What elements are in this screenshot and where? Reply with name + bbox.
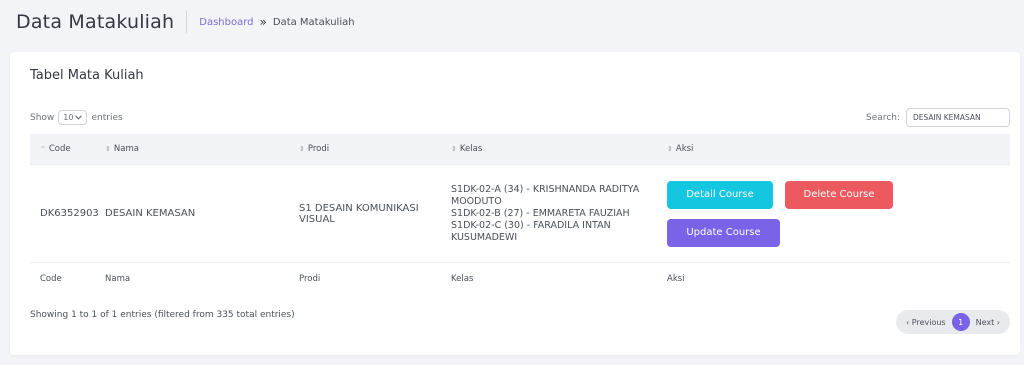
cell-aksi: Detail Course Delete Course Update Cours… xyxy=(661,180,1010,247)
action-buttons: Detail Course Delete Course Update Cours… xyxy=(667,180,1010,247)
column-header-aksi-label: Aksi xyxy=(675,144,694,154)
column-header-code[interactable]: ⌃ Code xyxy=(30,144,105,154)
column-header-nama[interactable]: ⇕ Nama xyxy=(105,144,291,154)
breadcrumb-separator: » xyxy=(259,15,267,29)
sort-icon: ⇕ xyxy=(105,145,111,153)
table-info: Showing 1 to 1 of 1 entries (filtered fr… xyxy=(30,310,295,320)
entries-length-control: Show 10 entries xyxy=(30,110,123,125)
column-header-prodi-label: Prodi xyxy=(307,144,330,154)
cell-nama: DESAIN KEMASAN xyxy=(105,208,196,219)
column-header-nama-label: Nama xyxy=(113,144,139,154)
table-card: Tabel Mata Kuliah Show 10 entries Search… xyxy=(10,52,1020,355)
kelas-item: S1DK-02-B (27) - EMMARETA FAUZIAH xyxy=(451,207,630,219)
breadcrumb-current: Data Matakuliah xyxy=(272,16,355,28)
cell-prodi: S1 DESAIN KOMUNIKASI VISUAL xyxy=(299,202,419,225)
search-control: Search: xyxy=(866,108,1010,127)
footer-nama: Nama xyxy=(105,273,131,284)
footer-code: Code xyxy=(40,273,62,284)
sort-icon: ⇕ xyxy=(299,145,305,153)
courses-table: ⌃ Code ⇕ Nama ⇕ Prodi ⇕ Kelas ⇕ Aksi DK635290… xyxy=(30,134,1010,294)
footer-aksi: Aksi xyxy=(667,273,685,284)
breadcrumb-dashboard-link[interactable]: Dashboard xyxy=(199,17,253,28)
cell-kelas: S1DK-02-A (34) - KRISHNANDA RADITYA MOOD… xyxy=(441,184,661,244)
table-row: DK6352903 DESAIN KEMASAN S1 DESAIN KOMUN… xyxy=(30,164,1010,262)
column-header-aksi[interactable]: ⇕ Aksi xyxy=(661,144,1010,154)
action-buttons-row: Update Course xyxy=(667,218,1010,247)
cell-code: DK6352903 xyxy=(40,208,99,219)
card-title: Tabel Mata Kuliah xyxy=(30,68,144,83)
page-1-button[interactable]: 1 xyxy=(951,313,970,331)
header-divider xyxy=(186,11,188,33)
footer-kelas: Kelas xyxy=(451,273,474,284)
sort-ascending-icon: ⌃ xyxy=(40,145,46,153)
action-buttons-row: Detail Course Delete Course xyxy=(667,180,1010,209)
chevron-down-icon xyxy=(75,113,83,122)
update-course-button[interactable]: Update Course xyxy=(667,218,780,247)
search-input[interactable] xyxy=(906,108,1010,127)
page-title: Data Matakuliah xyxy=(16,11,175,33)
previous-page-button[interactable]: ‹ Previous xyxy=(900,318,952,327)
kelas-item: S1DK-02-A (34) - KRISHNANDA RADITYA MOOD… xyxy=(451,183,640,207)
table-header-row: ⌃ Code ⇕ Nama ⇕ Prodi ⇕ Kelas ⇕ Aksi xyxy=(30,134,1010,164)
entries-label: entries xyxy=(91,112,123,123)
column-header-prodi[interactable]: ⇕ Prodi xyxy=(291,144,441,154)
column-header-kelas[interactable]: ⇕ Kelas xyxy=(441,144,661,154)
table-footer-row: Code Nama Prodi Kelas Aksi xyxy=(30,262,1010,294)
search-label: Search: xyxy=(866,112,900,123)
column-header-code-label: Code xyxy=(48,144,71,154)
column-header-kelas-label: Kelas xyxy=(459,144,483,154)
breadcrumb: Dashboard » Data Matakuliah xyxy=(199,15,354,29)
pagination: ‹ Previous 1 Next › xyxy=(896,310,1010,334)
delete-course-button[interactable]: Delete Course xyxy=(785,180,893,209)
next-page-button[interactable]: Next › xyxy=(970,318,1006,327)
sort-icon: ⇕ xyxy=(667,145,673,153)
entries-length-select[interactable]: 10 xyxy=(58,110,88,125)
show-label: Show xyxy=(30,112,55,123)
kelas-item: S1DK-02-C (30) - FARADILA INTAN KUSUMADE… xyxy=(451,219,611,243)
detail-course-button[interactable]: Detail Course xyxy=(667,180,773,209)
entries-length-value: 10 xyxy=(63,113,74,122)
footer-prodi: Prodi xyxy=(299,273,321,284)
sort-icon: ⇕ xyxy=(451,145,457,153)
page-header: Data Matakuliah Dashboard » Data Matakul… xyxy=(0,0,1024,44)
